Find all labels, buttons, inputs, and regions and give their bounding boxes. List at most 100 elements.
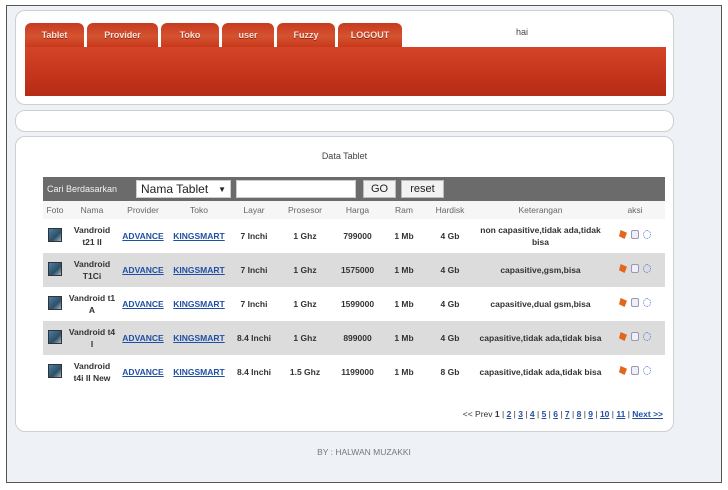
go-button[interactable]: GO	[363, 180, 396, 198]
pager-page-link[interactable]: 7	[565, 409, 570, 419]
tab-tablet[interactable]: Tablet	[25, 23, 84, 47]
edit-icon[interactable]	[631, 332, 639, 341]
cell-aksi	[605, 253, 665, 287]
cell-keterangan: capasitive,tidak ada,tidak bisa	[479, 367, 602, 377]
cell-layar: 7 Inchi	[240, 231, 268, 241]
cell-nama: Vandroid t21 II	[73, 225, 111, 247]
chevron-down-icon: ▼	[218, 185, 226, 194]
pager-page-link[interactable]: 2	[507, 409, 512, 419]
pager-page-link[interactable]: 10	[600, 409, 609, 419]
cell-provider: ADVANCE	[117, 355, 169, 389]
cell-aksi	[605, 219, 665, 253]
search-bar: Cari Berdasarkan Nama Tablet ▼ GO reset	[43, 177, 665, 201]
cell-hardisk: 4 Gb	[440, 299, 460, 309]
cell-ram: 1 Mb	[394, 299, 414, 309]
provider-link[interactable]: ADVANCE	[122, 265, 163, 275]
tab-user[interactable]: user	[222, 23, 274, 47]
col-header-harga: Harga	[331, 201, 384, 219]
cell-prosesor: 1.5 Ghz	[289, 367, 321, 377]
cell-layar: 7 Inchi	[240, 299, 268, 309]
pager-page-link[interactable]: 5	[542, 409, 547, 419]
cell-nama: Vandroid T1Ci	[67, 253, 117, 287]
nav-tabs: Tablet Provider Toko user Fuzzy LOGOUT	[25, 23, 402, 47]
tab-fuzzy[interactable]: Fuzzy	[277, 23, 335, 47]
delete-icon[interactable]	[619, 298, 627, 307]
col-header-prosesor: Prosesor	[279, 201, 331, 219]
reset-button[interactable]: reset	[401, 180, 444, 198]
cell-toko: KINGSMART	[169, 355, 229, 389]
col-header-keterangan: Keterangan	[476, 201, 605, 219]
col-header-layar: Layar	[229, 201, 279, 219]
cell-aksi	[605, 321, 665, 355]
edit-icon[interactable]	[631, 298, 639, 307]
tab-logout[interactable]: LOGOUT	[338, 23, 402, 47]
pager-page-link[interactable]: 11	[616, 409, 625, 419]
provider-link[interactable]: ADVANCE	[122, 333, 163, 343]
cell-layar: 7 Inchi	[229, 253, 279, 287]
footer-credit: BY : HALWAN MUZAKKI	[317, 447, 411, 457]
edit-icon[interactable]	[631, 264, 639, 273]
toko-link[interactable]: KINGSMART	[173, 231, 224, 241]
cell-keterangan: capasitive,tidak ada,tidak bisa	[476, 321, 605, 355]
edit-icon[interactable]	[631, 230, 639, 239]
cell-nama: Vandroid t4 I	[67, 321, 117, 355]
cell-hardisk: 4 Gb	[424, 321, 476, 355]
delete-icon[interactable]	[619, 264, 627, 273]
cell-nama: Vandroid t1 A	[68, 293, 116, 315]
detail-icon[interactable]	[643, 264, 651, 273]
cell-foto	[43, 219, 67, 253]
cell-toko: KINGSMART	[169, 253, 229, 287]
pager-page-link[interactable]: 9	[588, 409, 593, 419]
cell-provider: ADVANCE	[117, 219, 169, 253]
edit-icon[interactable]	[631, 366, 639, 375]
table-header-row: Foto Nama Provider Toko Layar Prosesor H…	[43, 201, 665, 219]
delete-icon[interactable]	[619, 230, 627, 239]
provider-link[interactable]: ADVANCE	[122, 299, 163, 309]
header: Tablet Provider Toko user Fuzzy LOGOUT h…	[15, 10, 674, 105]
provider-link[interactable]: ADVANCE	[122, 231, 163, 241]
cell-toko: KINGSMART	[169, 287, 229, 321]
search-input[interactable]	[236, 180, 356, 198]
detail-icon[interactable]	[643, 332, 651, 341]
cell-nama: Vandroid t4i II New	[73, 361, 111, 383]
toko-link[interactable]: KINGSMART	[173, 333, 224, 343]
pager-page-link[interactable]: 8	[577, 409, 582, 419]
pager-current-page: 1	[494, 409, 500, 419]
pager-next[interactable]: Next >>	[632, 409, 663, 419]
tab-toko[interactable]: Toko	[161, 23, 219, 47]
toko-link[interactable]: KINGSMART	[173, 367, 224, 377]
col-header-aksi: aksi	[605, 201, 665, 219]
table-row: Vandroid t1 A ADVANCE KINGSMART 7 Inchi 1 Gh…	[43, 287, 665, 321]
cell-foto	[43, 253, 67, 287]
provider-link[interactable]: ADVANCE	[122, 367, 163, 377]
cell-ram: 1 Mb	[384, 253, 424, 287]
cell-keterangan: capasitive,dual gsm,bisa	[490, 299, 591, 309]
col-header-provider: Provider	[117, 201, 169, 219]
cell-keterangan: capasitive,gsm,bisa	[476, 253, 605, 287]
pager-prev[interactable]: << Prev	[463, 409, 493, 419]
delete-icon[interactable]	[619, 366, 627, 375]
detail-icon[interactable]	[643, 366, 651, 375]
delete-icon[interactable]	[619, 332, 627, 341]
cell-hardisk: 4 Gb	[424, 253, 476, 287]
cell-foto	[43, 355, 67, 389]
toko-link[interactable]: KINGSMART	[173, 265, 224, 275]
search-select-value: Nama Tablet	[141, 182, 209, 196]
search-label: Cari Berdasarkan	[47, 184, 118, 194]
tab-provider[interactable]: Provider	[87, 23, 158, 47]
pager-page-link[interactable]: 6	[553, 409, 558, 419]
sub-bar	[15, 110, 674, 132]
table-row: Vandroid t4 I ADVANCE KINGSMART 8.4 Inchi 1 …	[43, 321, 665, 355]
greeting-text: hai	[516, 27, 529, 37]
detail-icon[interactable]	[643, 230, 651, 239]
pager-page-link[interactable]: 4	[530, 409, 535, 419]
pager-page-link[interactable]: 3	[518, 409, 523, 419]
toko-link[interactable]: KINGSMART	[173, 299, 224, 309]
cell-prosesor: 1 Ghz	[279, 321, 331, 355]
detail-icon[interactable]	[643, 298, 651, 307]
cell-prosesor: 1 Ghz	[293, 231, 317, 241]
cell-harga: 899000	[331, 321, 384, 355]
cell-hardisk: 8 Gb	[440, 367, 460, 377]
cell-layar: 8.4 Inchi	[236, 367, 271, 377]
search-field-select[interactable]: Nama Tablet ▼	[136, 180, 231, 198]
